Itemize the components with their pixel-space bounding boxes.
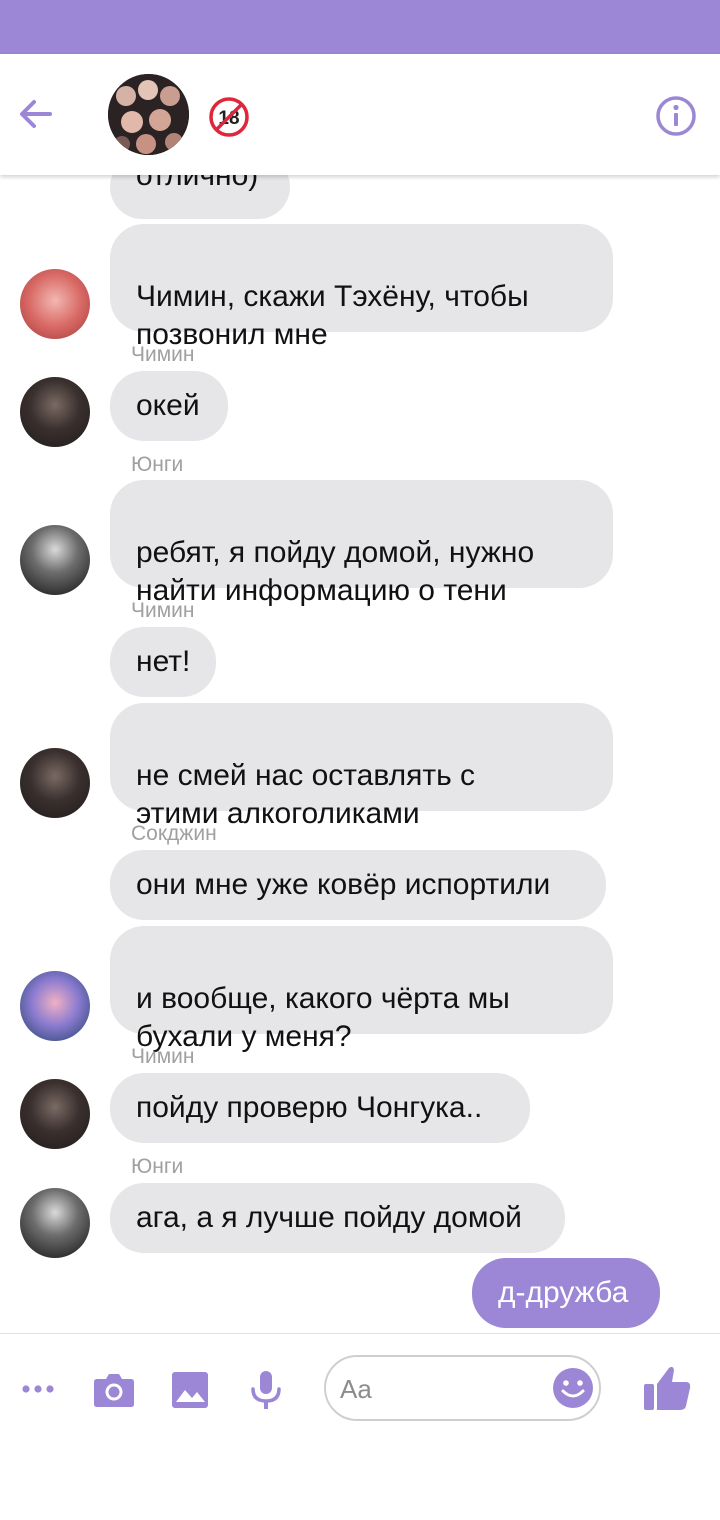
message-text: отлично) <box>136 175 259 192</box>
sender-name: Юнги <box>131 453 184 476</box>
message-text: они мне уже ковёр испортили <box>136 868 551 901</box>
message-bubble[interactable]: ага, а я лучше пойду домой <box>110 1183 565 1253</box>
group-avatar[interactable] <box>108 74 189 155</box>
thumbs-up-icon <box>644 1366 691 1410</box>
bottom-space <box>0 1443 720 1520</box>
more-icon <box>22 1385 54 1393</box>
status-bar <box>0 0 720 54</box>
sender-name: Чимин <box>131 343 195 366</box>
message-composer <box>0 1333 720 1443</box>
message-bubble[interactable]: окей <box>110 371 228 441</box>
message-text: ага, а я лучше пойду домой <box>136 1201 522 1234</box>
message-text: и вообще, какого чёрта мы бухали у меня? <box>136 982 510 1053</box>
sender-name: Юнги <box>131 1155 184 1178</box>
message-text: ребят, я пойду домой, нужно найти информ… <box>136 536 535 607</box>
sender-name: Чимин <box>131 1045 195 1068</box>
sender-avatar[interactable] <box>20 525 90 595</box>
sender-avatar[interactable] <box>20 1188 90 1258</box>
like-button[interactable] <box>640 1360 696 1416</box>
message-text: пойду проверю Чонгука.. <box>136 1091 483 1124</box>
message-bubble[interactable]: Чимин, скажи Тэхёну, чтобы позвонил мне <box>110 224 613 351</box>
message-input-field[interactable] <box>324 1355 601 1421</box>
info-button[interactable] <box>654 94 698 138</box>
sender-avatar[interactable] <box>20 269 90 339</box>
message-text: д-дружба <box>498 1276 629 1309</box>
message-bubble[interactable]: отлично) <box>110 175 290 219</box>
message-bubble[interactable]: и вообще, какого чёрта мы бухали у меня? <box>110 926 613 1053</box>
message-bubble[interactable]: нет! <box>110 627 216 697</box>
message-bubble[interactable]: пойду проверю Чонгука.. <box>110 1073 530 1143</box>
my-message-bubble[interactable]: д-дружба <box>472 1258 660 1328</box>
sender-name: Чимин <box>131 599 195 622</box>
gallery-button[interactable] <box>165 1364 215 1414</box>
message-text: нет! <box>136 645 191 678</box>
message-text: Чимин, скажи Тэхёну, чтобы позвонил мне <box>136 280 529 351</box>
emoji-button[interactable] <box>552 1367 594 1409</box>
message-bubble[interactable]: ребят, я пойду домой, нужно найти информ… <box>110 480 613 607</box>
sender-avatar[interactable] <box>20 1079 90 1149</box>
sender-avatar[interactable] <box>20 377 90 447</box>
message-input[interactable] <box>340 1369 540 1409</box>
info-icon <box>656 96 696 136</box>
microphone-icon <box>251 1371 281 1409</box>
microphone-button[interactable] <box>241 1364 291 1414</box>
camera-button[interactable] <box>89 1364 139 1414</box>
sender-avatar[interactable] <box>20 748 90 818</box>
chat-header: 18 <box>0 54 720 175</box>
emoji-icon <box>553 1368 593 1408</box>
message-text: окей <box>136 389 200 422</box>
more-button[interactable] <box>14 1364 64 1414</box>
message-bubble[interactable]: они мне уже ковёр испортили <box>110 850 606 920</box>
message-bubble[interactable]: не смей нас оставлять с этими алкоголика… <box>110 703 613 830</box>
message-text: не смей нас оставлять с этими алкоголика… <box>136 759 476 830</box>
sender-avatar[interactable] <box>20 971 90 1041</box>
image-icon <box>172 1372 208 1408</box>
message-list[interactable]: отлично) Чимин, скажи Тэхёну, чтобы позв… <box>0 175 720 1333</box>
sender-name: Сокджин <box>131 822 217 845</box>
back-arrow-icon <box>20 100 52 128</box>
back-button[interactable] <box>14 92 58 136</box>
age-18-badge: 18 <box>209 97 249 137</box>
camera-icon <box>94 1374 134 1407</box>
